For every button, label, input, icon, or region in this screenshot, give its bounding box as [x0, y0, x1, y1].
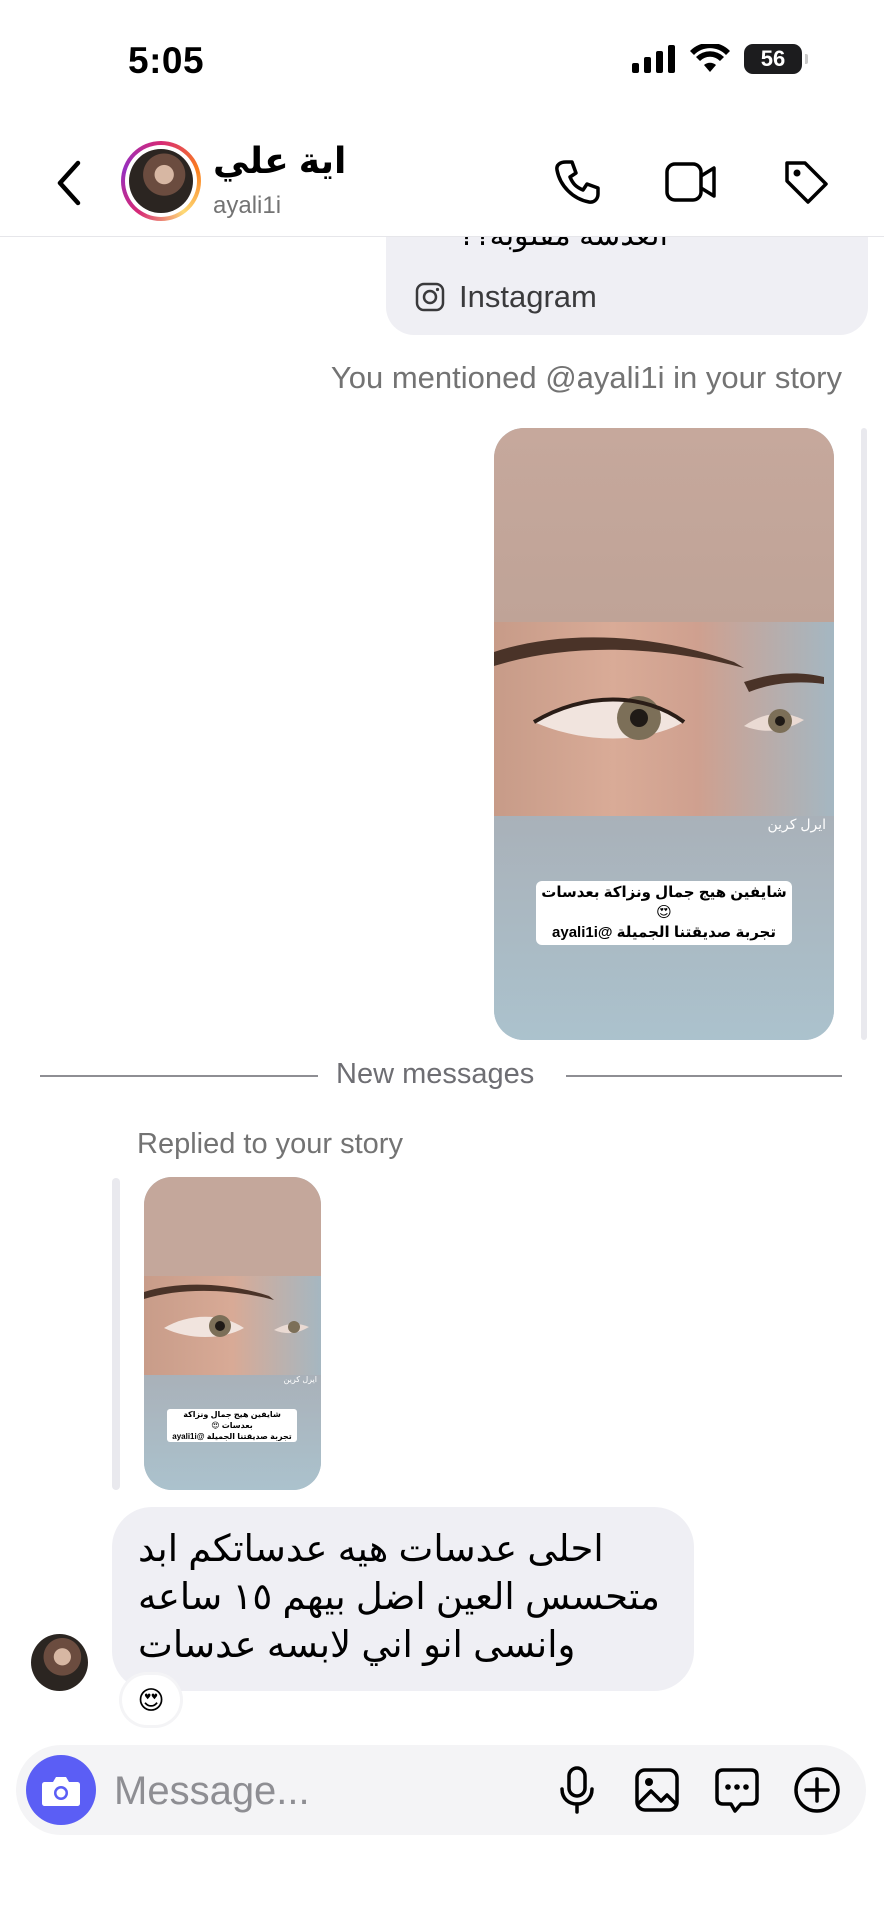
mention-note: You mentioned @ayali1i in your story: [330, 360, 842, 395]
tag-icon: [785, 161, 828, 204]
message-bubble[interactable]: احلى عدسات هيه عدساتكم ابد متحسس العين ا…: [112, 1507, 694, 1691]
thumbnail-caption: شايفين هيج جمال ونزاكة بعدسات 😍 تجربة صد…: [167, 1409, 297, 1442]
story-caption-line1: شايفين هيج جمال ونزاكة بعدسات 😍: [541, 884, 787, 921]
reply-indicator-bar: [112, 1178, 120, 1490]
microphone-icon: [560, 1766, 594, 1814]
gallery-button[interactable]: [629, 1762, 685, 1818]
status-icons: 56: [632, 44, 808, 74]
thumbnail-credit: ايرل كرين: [283, 1375, 317, 1384]
cellular-signal-icon: [632, 45, 675, 73]
shared-post-source-label: Instagram: [459, 279, 597, 314]
reaction-badge[interactable]: 😍: [122, 1675, 180, 1725]
story-caption: شايفين هيج جمال ونزاكة بعدسات 😍 تجربة صد…: [536, 881, 792, 945]
divider-line-left: [40, 1075, 318, 1077]
sticker-icon: [715, 1768, 759, 1813]
thumbnail-caption-line2: تجربة صديقتنا الجميلة @ayali1i: [172, 1432, 292, 1441]
story-image[interactable]: ايرل كرين شايفين هيج جمال ونزاكة بعدسات …: [494, 428, 834, 1040]
voice-message-button[interactable]: [549, 1762, 605, 1818]
scroll-track: [861, 428, 867, 1040]
story-credit: ايرل كرين: [767, 816, 826, 832]
image-icon: [635, 1768, 679, 1812]
divider-line-right: [566, 1075, 842, 1077]
contact-avatar[interactable]: [121, 141, 201, 221]
contact-name[interactable]: اية علي: [213, 140, 346, 182]
thumbnail-caption-line1: شايفين هيج جمال ونزاكة بعدسات 😍: [183, 1410, 281, 1430]
message-composer: [16, 1745, 866, 1835]
shared-post-source: Instagram: [415, 279, 597, 315]
new-messages-divider: New messages: [336, 1058, 535, 1090]
battery-icon: 56: [744, 44, 808, 74]
plus-icon: [794, 1767, 840, 1813]
eye-thumbnail-illustration: [144, 1284, 309, 1337]
back-button[interactable]: [50, 156, 90, 210]
battery-level: 56: [760, 46, 786, 71]
story-reply-thumbnail[interactable]: ايرل كرين شايفين هيج جمال ونزاكة بعدسات …: [144, 1177, 321, 1490]
more-options-button[interactable]: [789, 1762, 845, 1818]
heart-eyes-emoji-icon: 😍: [137, 1684, 165, 1715]
contact-username[interactable]: ayali1i: [213, 192, 281, 220]
eye-illustration: [494, 637, 824, 740]
video-call-button[interactable]: [663, 154, 719, 210]
message-input[interactable]: [112, 1763, 416, 1819]
wifi-icon: [690, 44, 730, 72]
tag-button[interactable]: [778, 154, 834, 210]
status-time: 5:05: [128, 40, 205, 81]
camera-button[interactable]: [26, 1755, 96, 1825]
camera-icon: [42, 1777, 80, 1806]
phone-icon: [555, 160, 600, 204]
audio-call-button[interactable]: [549, 154, 605, 210]
video-icon: [665, 162, 716, 202]
replied-note: Replied to your story: [137, 1128, 403, 1160]
story-caption-line2: تجربة صديقتنا الجميلة @ayali1i: [552, 924, 776, 941]
eye-photo: [494, 622, 834, 816]
sender-avatar[interactable]: [31, 1634, 88, 1691]
instagram-icon: [415, 282, 445, 312]
message-text: احلى عدسات هيه عدساتكم ابد متحسس العين ا…: [138, 1528, 660, 1665]
chat-header: اية علي ayali1i: [0, 128, 884, 237]
back-icon: [57, 160, 81, 206]
sticker-button[interactable]: [709, 1762, 765, 1818]
